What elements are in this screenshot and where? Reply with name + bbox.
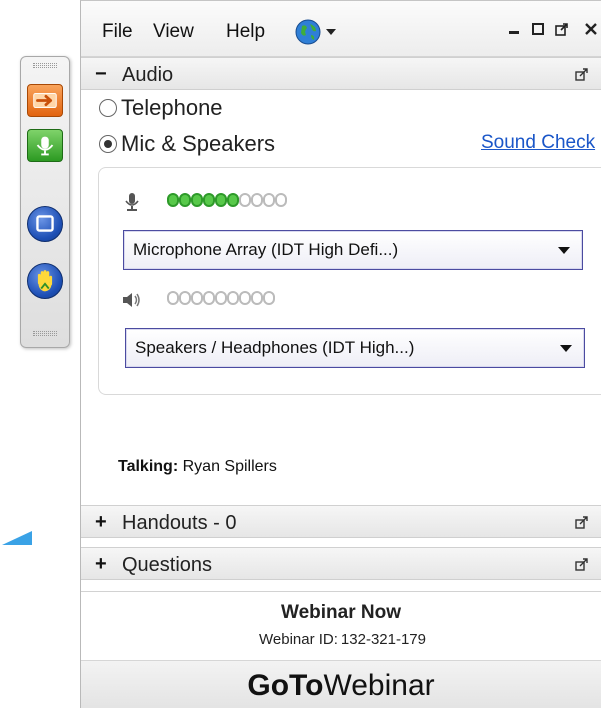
- microphone-device-select[interactable]: Microphone Array (IDT High Defi...): [123, 230, 583, 270]
- handouts-section-title: Handouts - 0: [122, 512, 237, 534]
- floating-control-panel: [20, 56, 70, 348]
- chevron-down-icon[interactable]: [560, 345, 572, 352]
- collapse-icon[interactable]: −: [95, 64, 107, 84]
- telephone-label: Telephone: [121, 95, 223, 120]
- speaker-device-select[interactable]: Speakers / Headphones (IDT High...): [125, 328, 585, 368]
- speaker-device-value: Speakers / Headphones (IDT High...): [135, 338, 415, 357]
- meter-segment-off: [215, 291, 227, 305]
- handouts-section-header[interactable]: + Handouts - 0: [81, 505, 601, 538]
- webinar-info: Webinar Now Webinar ID: 132-321-179 GoToW…: [81, 591, 601, 708]
- popout-icon[interactable]: [575, 516, 589, 530]
- meter-segment-off: [263, 193, 275, 207]
- meter-segment-off: [227, 291, 239, 305]
- meter-segment-off: [263, 291, 275, 305]
- meter-segment-on: [203, 193, 215, 207]
- menu-help[interactable]: Help: [226, 21, 265, 43]
- meter-segment-off: [239, 291, 251, 305]
- meter-segment-on: [179, 193, 191, 207]
- webinar-id: Webinar ID: 132-321-179: [81, 631, 601, 648]
- popout-icon[interactable]: [575, 68, 589, 82]
- screen-icon: [36, 215, 54, 232]
- meter-segment-off: [239, 193, 251, 207]
- drag-grip-top[interactable]: [33, 62, 57, 71]
- drag-grip-bottom[interactable]: [33, 330, 57, 339]
- microphone-device-value: Microphone Array (IDT High Defi...): [133, 240, 399, 259]
- arrow-right-icon: [33, 92, 57, 109]
- gotowebinar-logo: GoToWebinar: [247, 669, 435, 702]
- expand-icon[interactable]: +: [95, 512, 107, 532]
- mic-speakers-radio[interactable]: [99, 135, 117, 153]
- expand-icon[interactable]: +: [95, 554, 107, 574]
- menu-bar: File View Help: [81, 1, 601, 57]
- close-icon[interactable]: [584, 22, 598, 36]
- pointer-arrow-icon: [2, 531, 32, 545]
- meter-segment-off: [167, 291, 179, 305]
- microphone-button[interactable]: [27, 129, 63, 162]
- webinar-id-value: 132-321-179: [340, 631, 426, 648]
- telephone-option[interactable]: Telephone: [99, 95, 223, 121]
- microphone-icon: [125, 193, 139, 211]
- popout-icon[interactable]: [575, 558, 589, 572]
- webinar-id-label: Webinar ID:: [259, 631, 338, 648]
- chevron-down-icon[interactable]: [326, 29, 336, 35]
- meter-segment-off: [179, 291, 191, 305]
- meter-segment-off: [191, 291, 203, 305]
- globe-icon[interactable]: [294, 18, 322, 46]
- chevron-down-icon[interactable]: [558, 247, 570, 254]
- meter-segment-off: [203, 291, 215, 305]
- raise-hand-button[interactable]: [27, 263, 63, 299]
- menu-view[interactable]: View: [153, 21, 194, 43]
- talking-label: Talking:: [118, 458, 179, 475]
- popout-icon[interactable]: [555, 22, 569, 36]
- speaker-level-meter: [167, 291, 275, 310]
- minimize-icon[interactable]: [507, 22, 521, 36]
- webinar-name: Webinar Now: [281, 602, 401, 623]
- audio-section-title: Audio: [122, 64, 174, 86]
- microphone-level-meter: [167, 193, 287, 212]
- show-hide-control-panel-button[interactable]: [27, 84, 63, 117]
- questions-section-title: Questions: [122, 554, 213, 576]
- brand-bar: GoToWebinar: [81, 660, 601, 708]
- meter-segment-on: [191, 193, 203, 207]
- sound-check-link[interactable]: Sound Check: [481, 132, 595, 154]
- meter-segment-on: [167, 193, 179, 207]
- meter-segment-off: [251, 291, 263, 305]
- mic-speakers-option[interactable]: Mic & Speakers: [99, 131, 275, 157]
- talking-name: Ryan Spillers: [182, 458, 277, 475]
- mic-speakers-label: Mic & Speakers: [121, 131, 276, 156]
- talking-indicator: Talking: Ryan Spillers: [118, 458, 277, 476]
- gotowebinar-control-window: File View Help − Audio Telephone Mic & S…: [80, 0, 601, 708]
- questions-section-header[interactable]: + Questions: [81, 547, 601, 580]
- maximize-icon[interactable]: [531, 22, 545, 36]
- meter-segment-off: [275, 193, 287, 207]
- microphone-icon: [36, 136, 54, 156]
- speaker-icon: [123, 293, 140, 307]
- menu-file[interactable]: File: [102, 21, 133, 43]
- audio-device-panel: Microphone Array (IDT High Defi...) Spea…: [98, 167, 601, 395]
- meter-segment-on: [227, 193, 239, 207]
- audio-section-header[interactable]: − Audio: [81, 57, 601, 90]
- meter-segment-off: [251, 193, 263, 207]
- raise-hand-icon: [37, 270, 53, 292]
- screen-sharing-button[interactable]: [27, 206, 63, 242]
- meter-segment-on: [215, 193, 227, 207]
- telephone-radio[interactable]: [99, 99, 117, 117]
